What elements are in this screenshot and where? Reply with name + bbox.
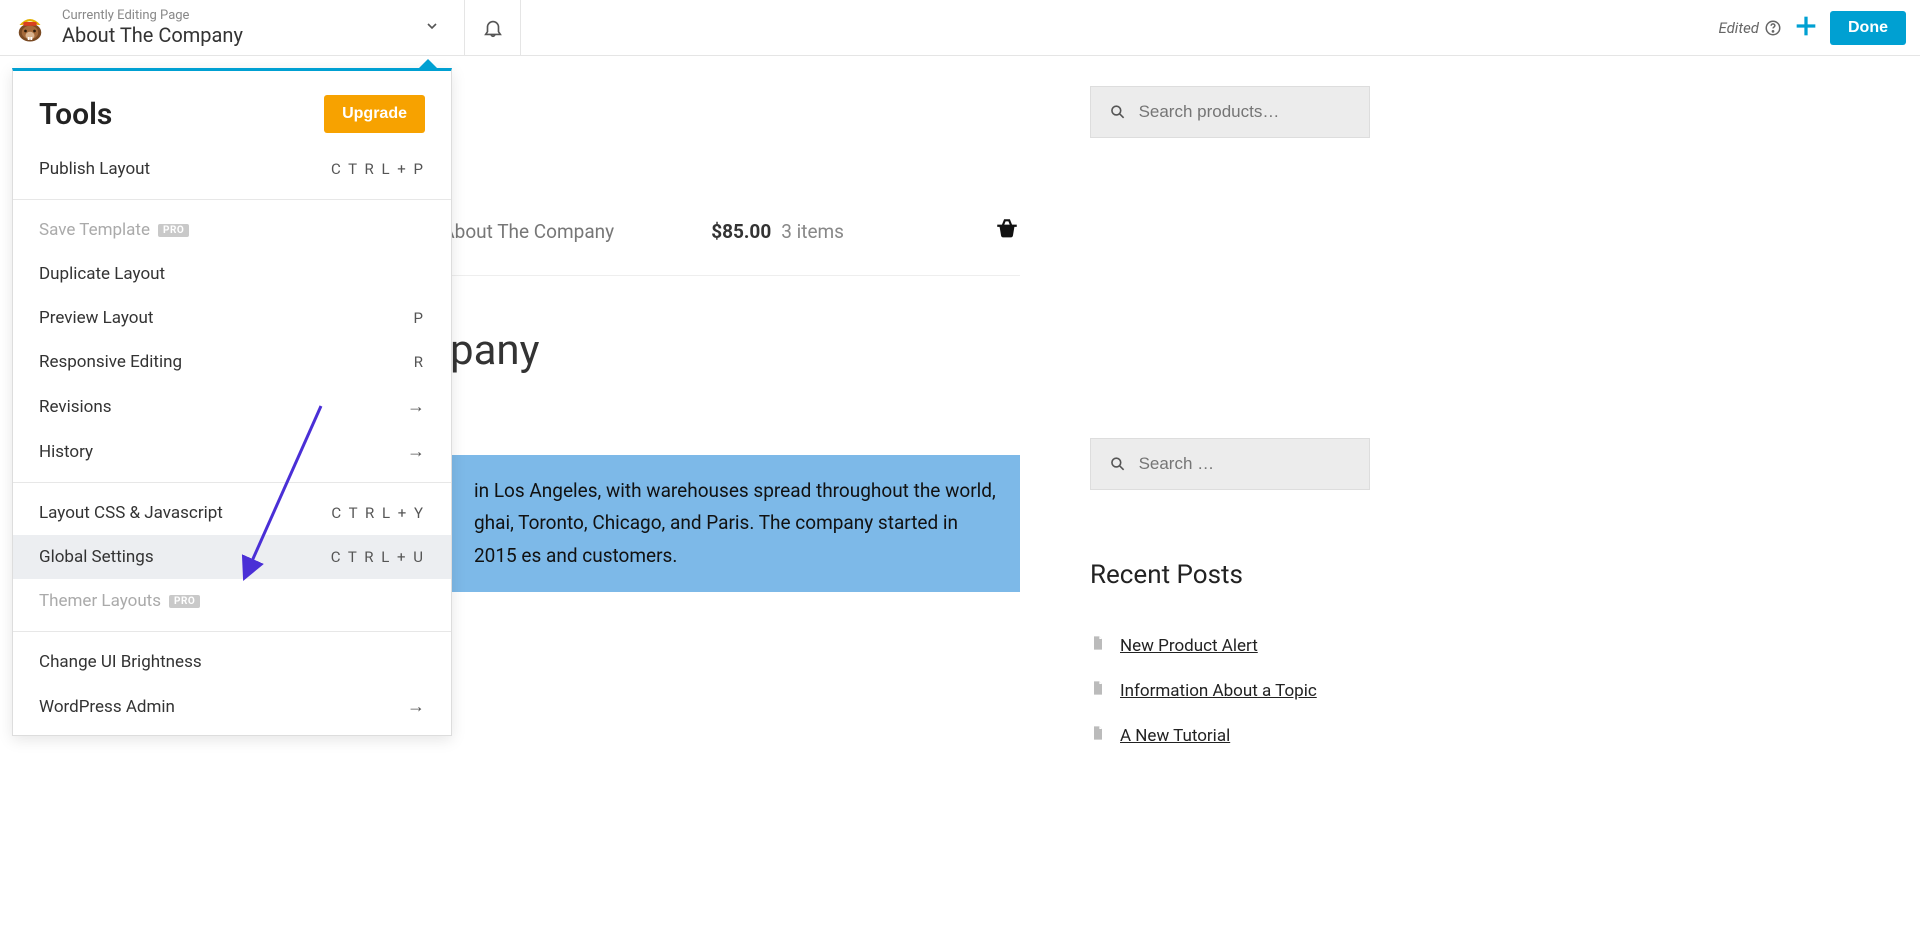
tools-heading: Tools bbox=[39, 97, 112, 132]
nav-link[interactable]: About The Company bbox=[442, 220, 614, 243]
tool-shortcut: C T R L + P bbox=[331, 160, 425, 178]
tool-item-label: WordPress Admin bbox=[39, 697, 175, 717]
document-icon bbox=[1090, 724, 1106, 747]
sidebar-search[interactable] bbox=[1090, 438, 1370, 490]
highlighted-paragraph: in Los Angeles, with warehouses spread t… bbox=[450, 455, 1020, 592]
recent-post-item: New Product Alert bbox=[1090, 634, 1350, 657]
beaver-logo-icon bbox=[10, 8, 50, 48]
product-search[interactable] bbox=[1090, 86, 1370, 138]
tool-item-label: Global Settings bbox=[39, 547, 154, 567]
tool-item[interactable]: Duplicate Layout bbox=[13, 252, 451, 296]
submenu-arrow-icon: → bbox=[407, 441, 425, 462]
tool-item[interactable]: Publish Layout C T R L + P bbox=[13, 147, 451, 191]
tool-item[interactable]: Responsive Editing R bbox=[13, 340, 451, 384]
done-button[interactable]: Done bbox=[1830, 11, 1906, 45]
submenu-arrow-icon: → bbox=[407, 696, 425, 717]
tool-shortcut: R bbox=[414, 353, 425, 371]
add-content-button[interactable] bbox=[1792, 12, 1820, 44]
recent-post-link[interactable]: Information About a Topic bbox=[1120, 681, 1317, 701]
page-title: About The Company bbox=[62, 23, 410, 47]
page-heading: pany bbox=[450, 326, 1020, 375]
tool-item[interactable]: Change UI Brightness bbox=[13, 640, 451, 684]
notifications-button[interactable] bbox=[465, 0, 521, 55]
tool-separator bbox=[13, 482, 451, 483]
tool-item-label: Themer LayoutsPRO bbox=[39, 591, 200, 611]
tool-item[interactable]: WordPress Admin → bbox=[13, 684, 451, 729]
upgrade-button[interactable]: Upgrade bbox=[324, 95, 425, 133]
tool-item-label: Publish Layout bbox=[39, 159, 150, 179]
search-icon bbox=[1109, 102, 1127, 122]
tool-item-label: Responsive Editing bbox=[39, 352, 182, 372]
document-icon bbox=[1090, 679, 1106, 702]
submenu-arrow-icon: → bbox=[407, 396, 425, 417]
tool-item[interactable]: Revisions → bbox=[13, 384, 451, 429]
help-icon[interactable] bbox=[1764, 19, 1782, 37]
tool-item-label: Change UI Brightness bbox=[39, 652, 202, 672]
recent-post-link[interactable]: New Product Alert bbox=[1120, 636, 1258, 656]
dropdown-arrow bbox=[418, 59, 438, 69]
tool-item[interactable]: Preview Layout P bbox=[13, 296, 451, 340]
cart-price: $85.00 bbox=[711, 220, 771, 243]
recent-post-link[interactable]: A New Tutorial bbox=[1120, 726, 1230, 746]
cart-summary[interactable]: $85.00 3 items bbox=[711, 216, 1020, 247]
tool-item[interactable]: Layout CSS & Javascript C T R L + Y bbox=[13, 491, 451, 535]
tool-shortcut: C T R L + U bbox=[331, 548, 425, 566]
tool-item-label: Preview Layout bbox=[39, 308, 153, 328]
search-icon bbox=[1109, 454, 1127, 474]
recent-post-item: Information About a Topic bbox=[1090, 679, 1350, 702]
pro-badge: PRO bbox=[158, 224, 189, 237]
tool-item-label: Duplicate Layout bbox=[39, 264, 165, 284]
tool-item-label: Revisions bbox=[39, 397, 112, 417]
recent-posts-heading: Recent Posts bbox=[1090, 560, 1350, 590]
tool-separator bbox=[13, 199, 451, 200]
editing-label: Currently Editing Page bbox=[62, 8, 410, 24]
product-search-input[interactable] bbox=[1139, 102, 1351, 122]
tool-item: Themer LayoutsPRO bbox=[13, 579, 451, 623]
page-title-block[interactable]: Currently Editing Page About The Company bbox=[62, 8, 410, 48]
sidebar-search-input[interactable] bbox=[1139, 454, 1351, 474]
basket-icon bbox=[854, 216, 1020, 247]
tool-item[interactable]: Global Settings C T R L + U bbox=[13, 535, 451, 579]
tool-shortcut: C T R L + Y bbox=[331, 504, 425, 522]
pro-badge: PRO bbox=[169, 595, 200, 608]
tool-item[interactable]: History → bbox=[13, 429, 451, 474]
tools-dropdown: Tools Upgrade Publish Layout C T R L + P S… bbox=[12, 68, 452, 736]
tool-item-label: Layout CSS & Javascript bbox=[39, 503, 223, 523]
cart-count: 3 items bbox=[781, 220, 844, 243]
recent-post-item: A New Tutorial bbox=[1090, 724, 1350, 747]
tool-item-label: History bbox=[39, 442, 93, 462]
chevron-down-icon[interactable] bbox=[410, 18, 454, 38]
tool-item-label: Save TemplatePRO bbox=[39, 220, 189, 240]
edited-status: Edited bbox=[1718, 19, 1782, 37]
document-icon bbox=[1090, 634, 1106, 657]
tool-shortcut: P bbox=[414, 309, 425, 327]
tool-item: Save TemplatePRO bbox=[13, 208, 451, 252]
tool-separator bbox=[13, 631, 451, 632]
